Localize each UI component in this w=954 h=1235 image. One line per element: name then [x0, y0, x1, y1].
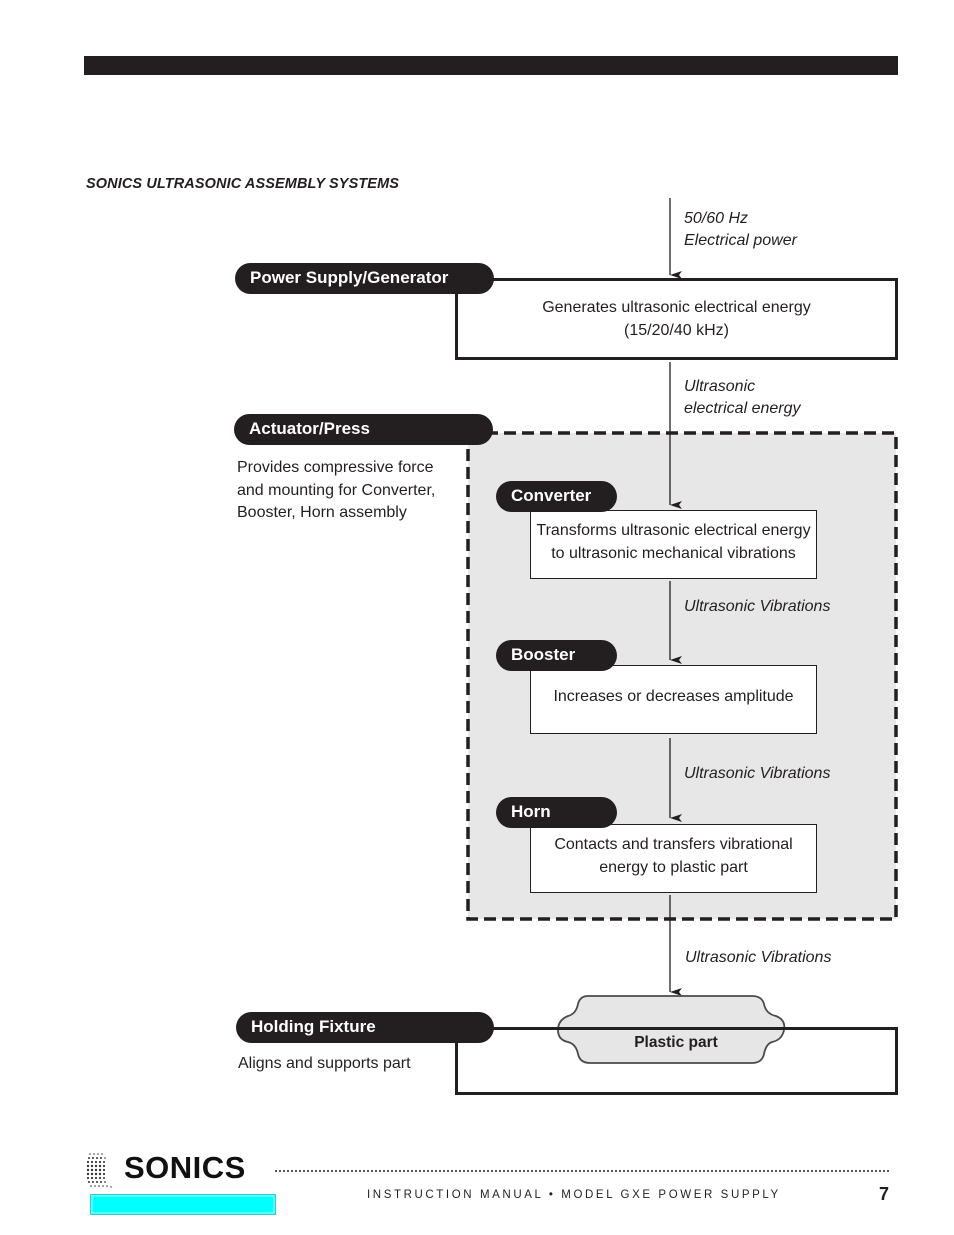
horn-title: Horn: [496, 797, 617, 828]
actuator-desc-line3: Booster, Horn assembly: [237, 504, 407, 521]
booster-desc: Increases or decreases amplitude: [553, 688, 794, 705]
converter-title: Converter: [496, 481, 617, 512]
footer-manual-title: INSTRUCTION MANUAL • MODEL GXE POWER SUP…: [367, 1189, 781, 1201]
horn-desc-line1: Contacts and transfers vibrational: [554, 836, 793, 853]
converter-desc-line2: to ultrasonic mechanical vibrations: [551, 544, 796, 562]
actuator-desc-line1: Provides compressive force: [237, 459, 434, 476]
booster-box: Increases or decreases amplitude: [530, 665, 817, 734]
power-supply-desc-line2: (15/20/40 kHz): [624, 321, 729, 339]
power-supply-desc-line1: Generates ultrasonic electrical energy: [542, 299, 811, 316]
holding-fixture-desc: Aligns and supports part: [238, 1055, 411, 1072]
electrical-energy-label: Ultrasonic electrical energy: [684, 376, 801, 420]
converter-box: Transforms ultrasonic electrical energy …: [530, 510, 817, 579]
input-power-label: 50/60 Hz Electrical power: [684, 208, 797, 252]
brand-logo-text: SONICS: [124, 1150, 246, 1185]
section-title: SONICS ULTRASONIC ASSEMBLY SYSTEMS: [86, 176, 400, 192]
page-number: 7: [879, 1184, 890, 1204]
booster-title: Booster: [496, 640, 617, 671]
booster-to-horn-label: Ultrasonic Vibrations: [684, 765, 831, 782]
power-supply-box: Generates ultrasonic electrical energy (…: [455, 278, 898, 360]
electrical-energy-label-line1: Ultrasonic: [684, 378, 756, 395]
sonics-logo-icon: [86, 1153, 112, 1188]
input-power-label-line1: 50/60 Hz: [684, 210, 749, 227]
holding-fixture-title: Holding Fixture: [236, 1012, 494, 1043]
converter-to-booster-label: Ultrasonic Vibrations: [684, 598, 831, 615]
power-supply-title: Power Supply/Generator: [235, 263, 494, 294]
footer-highlight-bar: [90, 1194, 276, 1215]
converter-desc-line1: Transforms ultrasonic electrical energy: [536, 522, 811, 539]
horn-box: Contacts and transfers vibrational energ…: [530, 824, 817, 893]
actuator-desc: Provides compressive force and mounting …: [237, 457, 435, 525]
horn-desc-line2: energy to plastic part: [599, 858, 748, 876]
footer-dotted-rule: [275, 1170, 889, 1172]
actuator-desc-line2: and mounting for Converter,: [237, 481, 436, 499]
actuator-title: Actuator/Press: [234, 414, 493, 445]
horn-to-part-label: Ultrasonic Vibrations: [685, 949, 832, 966]
header-bar: [84, 56, 898, 75]
input-power-label-line2: Electrical power: [684, 232, 797, 249]
electrical-energy-label-line2: electrical energy: [684, 400, 801, 417]
plastic-part-label: Plastic part: [634, 1034, 718, 1051]
